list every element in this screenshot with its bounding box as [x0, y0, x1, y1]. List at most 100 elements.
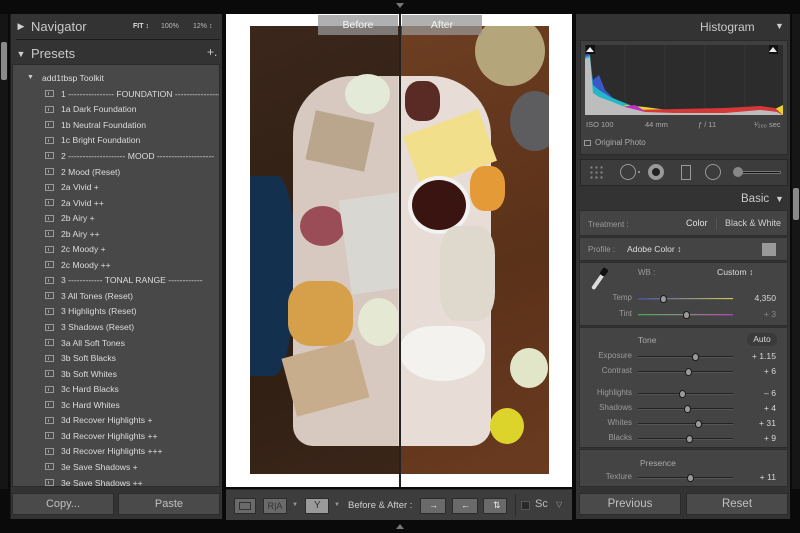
preset-item[interactable]: 3b Soft Blacks	[45, 350, 116, 366]
radial-filter-icon[interactable]	[705, 164, 721, 180]
zoom-100-option[interactable]: 100%	[161, 23, 179, 30]
slider-value[interactable]: + 6	[736, 366, 776, 376]
red-eye-icon[interactable]	[648, 164, 664, 180]
preset-item[interactable]: 2b Airy ++	[45, 226, 100, 242]
slider-track[interactable]	[638, 356, 733, 358]
preset-item[interactable]: 2 -------------------- MOOD ------------…	[45, 148, 214, 164]
preset-item[interactable]: 2c Moody +	[45, 242, 106, 258]
profile-browser-icon[interactable]	[762, 243, 776, 256]
navigator-header[interactable]: ▶ Navigator	[11, 14, 223, 39]
preset-item[interactable]: 3b Soft Whites	[45, 366, 117, 382]
left-panel-scrollbar[interactable]	[0, 14, 8, 489]
toolbar-menu-icon[interactable]: ▽	[556, 500, 562, 509]
preset-item[interactable]: 3 Shadows (Reset)	[45, 319, 134, 335]
reset-button[interactable]: Reset	[686, 493, 788, 515]
slider-value[interactable]: + 1.15	[736, 351, 776, 361]
zoom-custom-option[interactable]: 12% ↕	[193, 23, 212, 30]
preset-item[interactable]: 3c Hard Whites	[45, 397, 120, 413]
preset-item[interactable]: 1c Bright Foundation	[45, 133, 140, 149]
slider-value[interactable]: + 11	[736, 472, 776, 482]
auto-tone-button[interactable]: Auto	[747, 333, 777, 346]
slider-thumb[interactable]	[660, 295, 668, 303]
slider-value[interactable]: 4,350	[736, 293, 776, 303]
previous-button[interactable]: Previous	[579, 493, 681, 515]
expand-triangle-icon[interactable]: ▶	[11, 21, 31, 32]
slider-thumb[interactable]	[686, 474, 694, 482]
spot-removal-icon[interactable]	[620, 164, 636, 180]
slider-thumb[interactable]	[679, 390, 687, 398]
shadow-clipping-toggle[interactable]	[586, 45, 595, 54]
zoom-fit-option[interactable]: FIT ↕	[133, 23, 149, 30]
histogram-graph[interactable]	[585, 45, 783, 115]
apple-half	[358, 298, 400, 346]
preset-group[interactable]: ▼ add1tbsp Toolkit	[27, 70, 104, 86]
wb-dropdown[interactable]: Custom ↕	[717, 267, 753, 277]
slider-value[interactable]: + 4	[736, 403, 776, 413]
adjustment-brush-icon[interactable]	[733, 167, 743, 177]
treatment-color-option[interactable]: Color	[686, 218, 708, 228]
preset-item[interactable]: 3 ------------ TONAL RANGE ------------	[45, 273, 203, 289]
preset-item[interactable]: 3d Recover Highlights ++	[45, 428, 158, 444]
preset-item[interactable]: 1 ---------------- FOUNDATION ----------…	[45, 86, 219, 102]
preset-item[interactable]: 1a Dark Foundation	[45, 102, 136, 118]
preset-item[interactable]: 3d Recover Highlights +++	[45, 444, 163, 460]
highlight-clipping-toggle[interactable]	[769, 45, 778, 54]
copy-before-to-after-button[interactable]: →	[420, 498, 446, 514]
group-expand-triangle-icon[interactable]: ▼	[27, 74, 34, 81]
split-dropdown-icon[interactable]: ▼	[334, 502, 340, 508]
basic-collapse-icon[interactable]: ▼	[775, 194, 784, 204]
top-panel-toggle-icon[interactable]	[396, 3, 404, 8]
soft-proofing-checkbox[interactable]	[521, 501, 530, 510]
slider-value[interactable]: + 31	[736, 418, 776, 428]
preset-item[interactable]: 3 Highlights (Reset)	[45, 304, 136, 320]
copy-after-to-before-button[interactable]: ←	[452, 498, 478, 514]
preset-item[interactable]: 3 All Tones (Reset)	[45, 288, 133, 304]
preset-item[interactable]: 2a Vivid ++	[45, 195, 104, 211]
add-preset-icon[interactable]: +.	[207, 45, 217, 59]
treatment-bw-option[interactable]: Black & White	[725, 218, 781, 228]
original-photo-checkbox[interactable]	[584, 140, 591, 146]
preset-item[interactable]: 3e Save Shadows +	[45, 459, 138, 475]
wb-eyedropper-icon[interactable]	[588, 267, 610, 293]
slider-value[interactable]: + 3	[736, 309, 776, 319]
profile-dropdown[interactable]: Adobe Color ↕	[627, 244, 681, 254]
bottom-panel-toggle-icon[interactable]	[396, 524, 404, 529]
left-panel-scroll-thumb[interactable]	[1, 42, 7, 80]
copy-button[interactable]: Copy...	[12, 493, 114, 515]
paste-button[interactable]: Paste	[118, 493, 220, 515]
presets-header[interactable]: ▼ Presets	[11, 41, 223, 66]
collapse-triangle-icon[interactable]: ▼	[11, 49, 31, 59]
slider-value[interactable]: – 6	[736, 388, 776, 398]
graduated-filter-icon[interactable]	[681, 165, 691, 180]
before-after-view-button[interactable]: R|A	[263, 498, 287, 514]
preset-item[interactable]: 3e Save Shadows ++	[45, 475, 143, 486]
preset-item[interactable]: 1b Neutral Foundation	[45, 117, 146, 133]
preset-item[interactable]: 2c Moody ++	[45, 257, 111, 273]
view-dropdown-icon[interactable]: ▼	[292, 502, 298, 508]
presets-list[interactable]: ▼ add1tbsp Toolkit 1 ---------------- FO…	[12, 64, 220, 487]
preset-item[interactable]: 2b Airy +	[45, 210, 95, 226]
swap-before-after-button[interactable]: ⇅	[483, 498, 507, 514]
loupe-view-button[interactable]	[234, 498, 256, 514]
slider-thumb[interactable]	[684, 368, 692, 376]
crop-grid-icon[interactable]	[589, 165, 605, 181]
preset-item[interactable]: 3a All Soft Tones	[45, 335, 125, 351]
slider-track[interactable]	[638, 477, 733, 479]
preset-item[interactable]: 3c Hard Blacks	[45, 381, 119, 397]
bottom-toolbar: R|A ▼ Y ▼ Before & After : → ← ⇅ Sc ▽	[226, 489, 572, 520]
histogram-collapse-icon[interactable]: ▼	[775, 21, 784, 31]
slider-value[interactable]: + 9	[736, 433, 776, 443]
right-panel-scrollbar[interactable]	[792, 14, 800, 489]
slider-thumb[interactable]	[682, 311, 690, 319]
slider-track[interactable]	[638, 423, 733, 425]
slider-thumb[interactable]	[683, 405, 691, 413]
split-view-button[interactable]: Y	[305, 498, 329, 514]
preset-item[interactable]: 2 Mood (Reset)	[45, 164, 120, 180]
right-panel-scroll-thumb[interactable]	[793, 188, 799, 220]
before-after-split-line[interactable]	[399, 14, 401, 487]
slider-thumb[interactable]	[685, 435, 693, 443]
preset-item[interactable]: 3d Recover Highlights +	[45, 413, 152, 429]
slider-track[interactable]	[638, 298, 733, 300]
preset-icon	[45, 276, 54, 284]
preset-item[interactable]: 2a Vivid +	[45, 179, 99, 195]
